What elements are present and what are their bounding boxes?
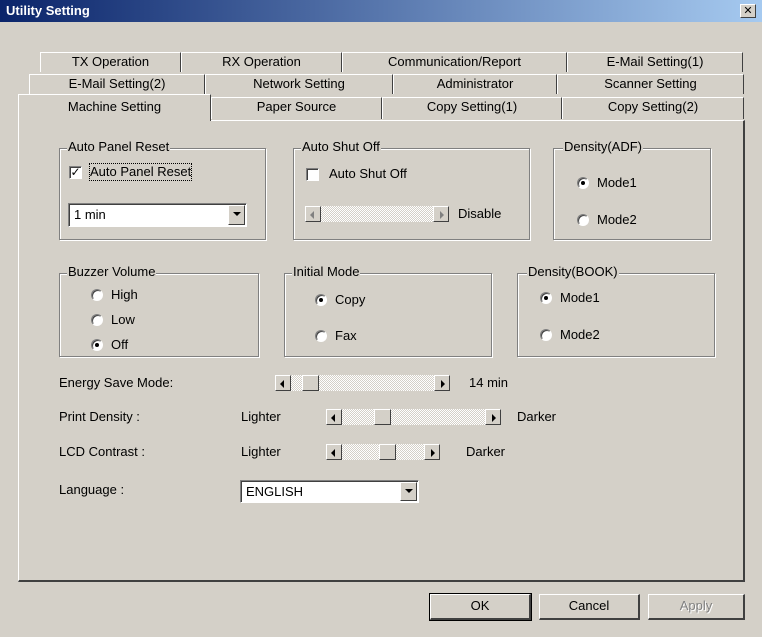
density-book-mode1-radio[interactable] [540, 292, 552, 304]
arrow-left-icon [280, 380, 284, 388]
auto-shut-off-group-label: Auto Shut Off [301, 139, 381, 154]
buzzer-off-label[interactable]: Off [111, 337, 128, 353]
buzzer-volume-group-label: Buzzer Volume [67, 264, 157, 279]
initial-mode-fax-radio[interactable] [315, 330, 327, 342]
dropdown-button[interactable] [400, 482, 417, 501]
check-icon: ✓ [70, 165, 81, 179]
arrow-right-icon [492, 414, 496, 422]
auto-panel-reset-value: 1 min [74, 207, 106, 222]
initial-mode-copy-label[interactable]: Copy [335, 292, 365, 308]
energy-save-value: 14 min [469, 375, 509, 390]
tab-administrator[interactable]: Administrator [393, 74, 557, 94]
auto-panel-reset-group-label: Auto Panel Reset [67, 139, 171, 154]
scroll-right-button[interactable] [485, 409, 501, 425]
scroll-left-button[interactable] [326, 409, 342, 425]
buzzer-high-radio[interactable] [91, 289, 103, 301]
buzzer-off-radio[interactable] [91, 339, 103, 351]
tab-copy-setting-2[interactable]: Copy Setting(2) [562, 97, 744, 119]
scroll-left-button[interactable] [275, 375, 291, 391]
chevron-down-icon [405, 489, 413, 493]
lcd-contrast-lighter-label: Lighter [241, 444, 281, 459]
tab-scanner-setting[interactable]: Scanner Setting [557, 74, 744, 94]
slider-thumb[interactable] [379, 444, 396, 460]
print-density-label: Print Density : [59, 409, 140, 424]
lcd-contrast-label: LCD Contrast : [59, 444, 145, 459]
density-adf-mode1-label[interactable]: Mode1 [597, 175, 637, 191]
scroll-left-button[interactable] [326, 444, 342, 460]
language-value: ENGLISH [246, 484, 304, 499]
tab-tx-operation[interactable]: TX Operation [40, 52, 181, 72]
density-book-group-label: Density(BOOK) [527, 264, 619, 279]
arrow-left-icon [331, 414, 335, 422]
initial-mode-copy-radio[interactable] [315, 294, 327, 306]
print-density-darker-label: Darker [517, 409, 557, 424]
print-density-slider[interactable] [326, 409, 501, 425]
tab-paper-source[interactable]: Paper Source [211, 97, 382, 119]
tab-machine-setting[interactable]: Machine Setting [18, 94, 211, 121]
energy-save-label: Energy Save Mode: [59, 375, 174, 390]
arrow-right-icon [440, 211, 444, 219]
auto-shut-off-group [293, 148, 530, 240]
lcd-contrast-darker-label: Darker [466, 444, 506, 459]
density-book-mode2-label[interactable]: Mode2 [560, 327, 600, 343]
tab-network-setting[interactable]: Network Setting [205, 74, 393, 94]
cancel-button[interactable]: Cancel [539, 594, 640, 620]
close-icon: ✕ [743, 5, 753, 17]
auto-shut-off-status: Disable [458, 206, 502, 221]
tab-email-setting-2[interactable]: E-Mail Setting(2) [29, 74, 205, 94]
density-book-mode2-radio[interactable] [540, 329, 552, 341]
arrow-left-icon [331, 449, 335, 457]
apply-button[interactable]: Apply [648, 594, 745, 620]
density-adf-mode2-label[interactable]: Mode2 [597, 212, 637, 228]
buzzer-volume-group [59, 273, 259, 357]
density-adf-mode2-radio[interactable] [577, 214, 589, 226]
auto-shut-off-checkbox[interactable] [306, 168, 319, 181]
dropdown-button[interactable] [228, 205, 245, 225]
tab-copy-setting-1[interactable]: Copy Setting(1) [382, 97, 562, 119]
auto-panel-reset-label[interactable]: Auto Panel Reset [88, 163, 193, 181]
tab-rx-operation[interactable]: RX Operation [181, 52, 342, 72]
initial-mode-group [284, 273, 492, 357]
language-label: Language : [59, 482, 125, 497]
scroll-right-button[interactable] [433, 206, 449, 222]
density-book-group [517, 273, 715, 357]
density-adf-mode1-radio[interactable] [577, 177, 589, 189]
lcd-contrast-slider[interactable] [326, 444, 440, 460]
tab-communication-report[interactable]: Communication/Report [342, 52, 567, 72]
slider-thumb[interactable] [302, 375, 319, 391]
initial-mode-fax-label[interactable]: Fax [335, 328, 357, 344]
scroll-left-button[interactable] [305, 206, 321, 222]
buzzer-low-radio[interactable] [91, 314, 103, 326]
slider-thumb[interactable] [374, 409, 391, 425]
initial-mode-group-label: Initial Mode [292, 264, 361, 279]
language-select[interactable]: ENGLISH [240, 480, 419, 503]
density-book-mode1-label[interactable]: Mode1 [560, 290, 600, 306]
arrow-left-icon [310, 211, 314, 219]
auto-shut-off-label[interactable]: Auto Shut Off [329, 166, 407, 182]
scroll-right-button[interactable] [424, 444, 440, 460]
print-density-lighter-label: Lighter [241, 409, 281, 424]
energy-save-slider[interactable] [275, 375, 450, 391]
arrow-right-icon [431, 449, 435, 457]
auto-panel-reset-select[interactable]: 1 min [68, 203, 247, 227]
close-button[interactable]: ✕ [740, 4, 756, 18]
scroll-right-button[interactable] [434, 375, 450, 391]
density-adf-group-label: Density(ADF) [563, 139, 644, 154]
buzzer-low-label[interactable]: Low [111, 312, 135, 328]
ok-button[interactable]: OK [429, 593, 532, 621]
arrow-right-icon [441, 380, 445, 388]
auto-panel-reset-checkbox[interactable]: ✓ [69, 166, 82, 179]
buzzer-high-label[interactable]: High [111, 287, 138, 303]
title-bar [0, 0, 762, 22]
tab-email-setting-1[interactable]: E-Mail Setting(1) [567, 52, 743, 72]
window-title: Utility Setting [6, 3, 90, 18]
chevron-down-icon [233, 212, 241, 216]
auto-shut-off-slider[interactable] [305, 206, 449, 222]
